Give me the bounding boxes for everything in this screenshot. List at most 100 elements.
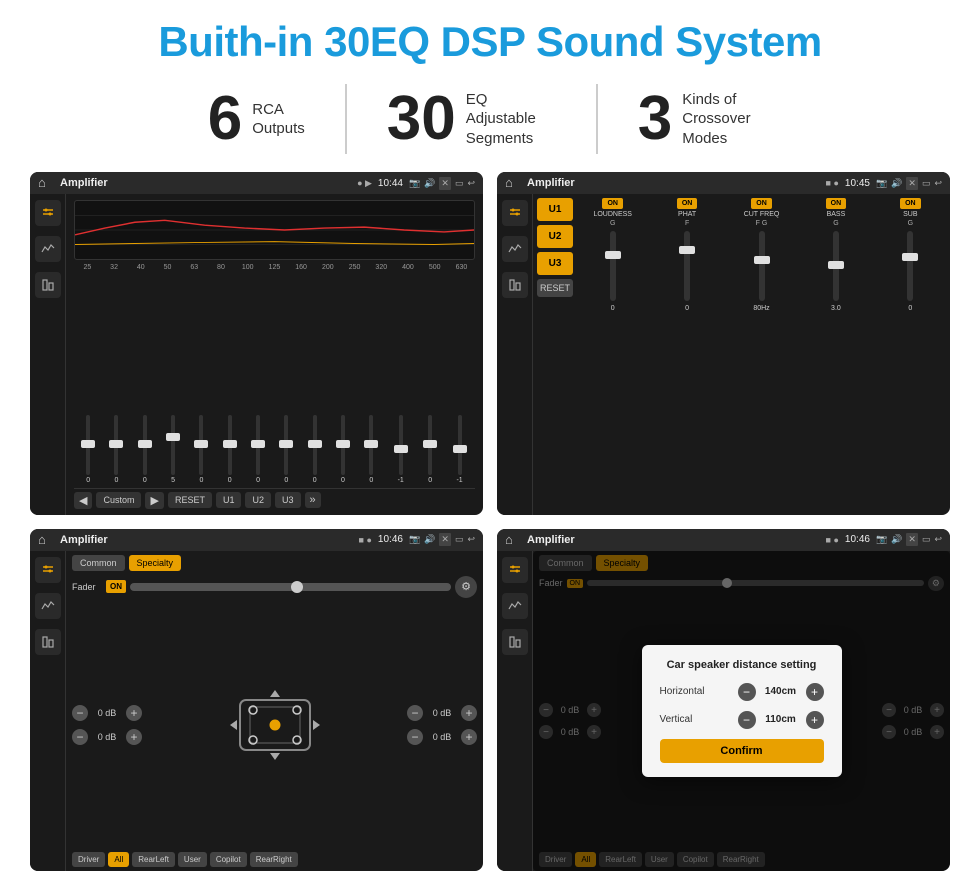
cutfreq-slider[interactable]: [759, 231, 765, 301]
dialog-vertical-plus[interactable]: +: [806, 711, 824, 729]
eq-play-btn[interactable]: ▶: [145, 492, 163, 509]
eq-u2-btn[interactable]: U2: [245, 492, 271, 508]
fader-home-icon[interactable]: ⌂: [38, 532, 54, 548]
db-fr-minus[interactable]: −: [407, 705, 423, 721]
eq-prev-btn[interactable]: ◀: [74, 492, 92, 509]
u2-btn[interactable]: U2: [537, 225, 573, 248]
eq-u1-btn[interactable]: U1: [216, 492, 242, 508]
fader-rearright-btn[interactable]: RearRight: [250, 852, 298, 867]
distance-sidebar-btn-1[interactable]: [502, 557, 528, 583]
phat-val: 0: [685, 305, 689, 312]
eq-track-13[interactable]: [458, 415, 462, 475]
db-rl-minus[interactable]: −: [72, 729, 88, 745]
distance-sidebar-btn-3[interactable]: [502, 629, 528, 655]
fader-thumb[interactable]: [291, 581, 303, 593]
phat-slider[interactable]: [684, 231, 690, 301]
db-fl-plus[interactable]: +: [126, 705, 142, 721]
crossover-home-icon[interactable]: ⌂: [505, 175, 521, 191]
loudness-slider[interactable]: [610, 231, 616, 301]
crossover-sidebar-btn-1[interactable]: [502, 200, 528, 226]
distance-home-icon[interactable]: ⌂: [505, 532, 521, 548]
dialog-horizontal-plus[interactable]: +: [806, 683, 824, 701]
sub-slider[interactable]: [907, 231, 913, 301]
eq-custom-btn[interactable]: Custom: [96, 492, 141, 508]
freq-500: 500: [424, 264, 446, 271]
sub-on-btn[interactable]: ON: [900, 198, 921, 209]
db-fr-plus[interactable]: +: [461, 705, 477, 721]
fader-sidebar-btn-2[interactable]: [35, 593, 61, 619]
fader-all-btn[interactable]: All: [108, 852, 129, 867]
fader-driver-btn[interactable]: Driver: [72, 852, 105, 867]
fader-copilot-btn[interactable]: Copilot: [210, 852, 247, 867]
crossover-cam-icon: 📷: [876, 178, 887, 189]
db-fl-minus[interactable]: −: [72, 705, 88, 721]
fader-tab-specialty[interactable]: Specialty: [129, 555, 182, 571]
eq-slider-6: 0: [256, 404, 260, 484]
fader-sidebar-btn-1[interactable]: [35, 557, 61, 583]
freq-200: 200: [317, 264, 339, 271]
crossover-title: Amplifier: [527, 177, 820, 189]
home-icon[interactable]: ⌂: [38, 175, 54, 191]
db-rr-plus[interactable]: +: [461, 729, 477, 745]
eq-track-12[interactable]: [428, 415, 432, 475]
bass-on-btn[interactable]: ON: [826, 198, 847, 209]
eq-sidebar-btn-3[interactable]: [35, 272, 61, 298]
eq-track-4[interactable]: [199, 415, 203, 475]
cutfreq-val: 80Hz: [753, 305, 769, 312]
crossover-u-btns: U1 U2 U3 RESET: [537, 198, 573, 511]
stat-desc-crossover: Kinds of Crossover Modes: [682, 90, 772, 149]
eq-track-8[interactable]: [313, 415, 317, 475]
eq-track-2[interactable]: [143, 415, 147, 475]
eq-sidebar-btn-2[interactable]: [35, 236, 61, 262]
fader-rearleft-btn[interactable]: RearLeft: [132, 852, 175, 867]
db-rl-plus[interactable]: +: [126, 729, 142, 745]
distance-sidebar-btn-2[interactable]: [502, 593, 528, 619]
eq-next-btn[interactable]: »: [305, 492, 321, 508]
eq-track-9[interactable]: [341, 415, 345, 475]
fader-dots: ■ ●: [359, 535, 372, 545]
fader-slider[interactable]: [130, 583, 451, 591]
fader-tab-common[interactable]: Common: [72, 555, 125, 571]
fader-settings-btn[interactable]: ⚙: [455, 576, 477, 598]
car-diagram: [225, 685, 325, 765]
u3-btn[interactable]: U3: [537, 252, 573, 275]
eq-track-1[interactable]: [114, 415, 118, 475]
eq-track-0[interactable]: [86, 415, 90, 475]
fader-sidebar-btn-3[interactable]: [35, 629, 61, 655]
eq-track-11[interactable]: [399, 415, 403, 475]
crossover-vol-icon: 🔊: [891, 178, 902, 189]
loudness-on-btn[interactable]: ON: [602, 198, 623, 209]
eq-track-6[interactable]: [256, 415, 260, 475]
freq-630: 630: [450, 264, 472, 271]
cutfreq-on-btn[interactable]: ON: [751, 198, 772, 209]
dialog-vertical-minus[interactable]: −: [738, 711, 756, 729]
dialog-horizontal-minus[interactable]: −: [738, 683, 756, 701]
eq-track-3[interactable]: [171, 415, 175, 475]
distance-cam-icon: 📷: [876, 534, 887, 545]
u1-btn[interactable]: U1: [537, 198, 573, 221]
bass-slider[interactable]: [833, 231, 839, 301]
eq-u3-btn[interactable]: U3: [275, 492, 301, 508]
eq-sidebar-btn-1[interactable]: [35, 200, 61, 226]
crossover-sidebar-btn-3[interactable]: [502, 272, 528, 298]
crossover-sidebar-btn-2[interactable]: [502, 236, 528, 262]
dialog-confirm-btn[interactable]: Confirm: [660, 739, 824, 763]
stat-rca: 6 RCA Outputs: [168, 88, 345, 150]
eq-track-10[interactable]: [369, 415, 373, 475]
eq-graph: [74, 200, 475, 260]
phat-on-btn[interactable]: ON: [677, 198, 698, 209]
fader-user-btn[interactable]: User: [178, 852, 207, 867]
stat-desc-rca: RCA Outputs: [252, 100, 305, 139]
fader-vol-icon: 🔊: [424, 534, 435, 545]
stat-number-rca: 6: [208, 88, 242, 150]
db-rr-minus[interactable]: −: [407, 729, 423, 745]
eq-bottom-bar: ◀ Custom ▶ RESET U1 U2 U3 »: [74, 488, 475, 509]
dialog-vertical-row: Vertical − 110cm +: [660, 711, 824, 729]
db-control-rl: − 0 dB +: [72, 729, 142, 745]
eq-track-5[interactable]: [228, 415, 232, 475]
eq-track-7[interactable]: [284, 415, 288, 475]
eq-slider-1: 0: [114, 404, 118, 484]
fader-on-btn[interactable]: ON: [106, 580, 126, 593]
crossover-reset-btn[interactable]: RESET: [537, 279, 573, 297]
eq-reset-btn[interactable]: RESET: [168, 492, 212, 508]
